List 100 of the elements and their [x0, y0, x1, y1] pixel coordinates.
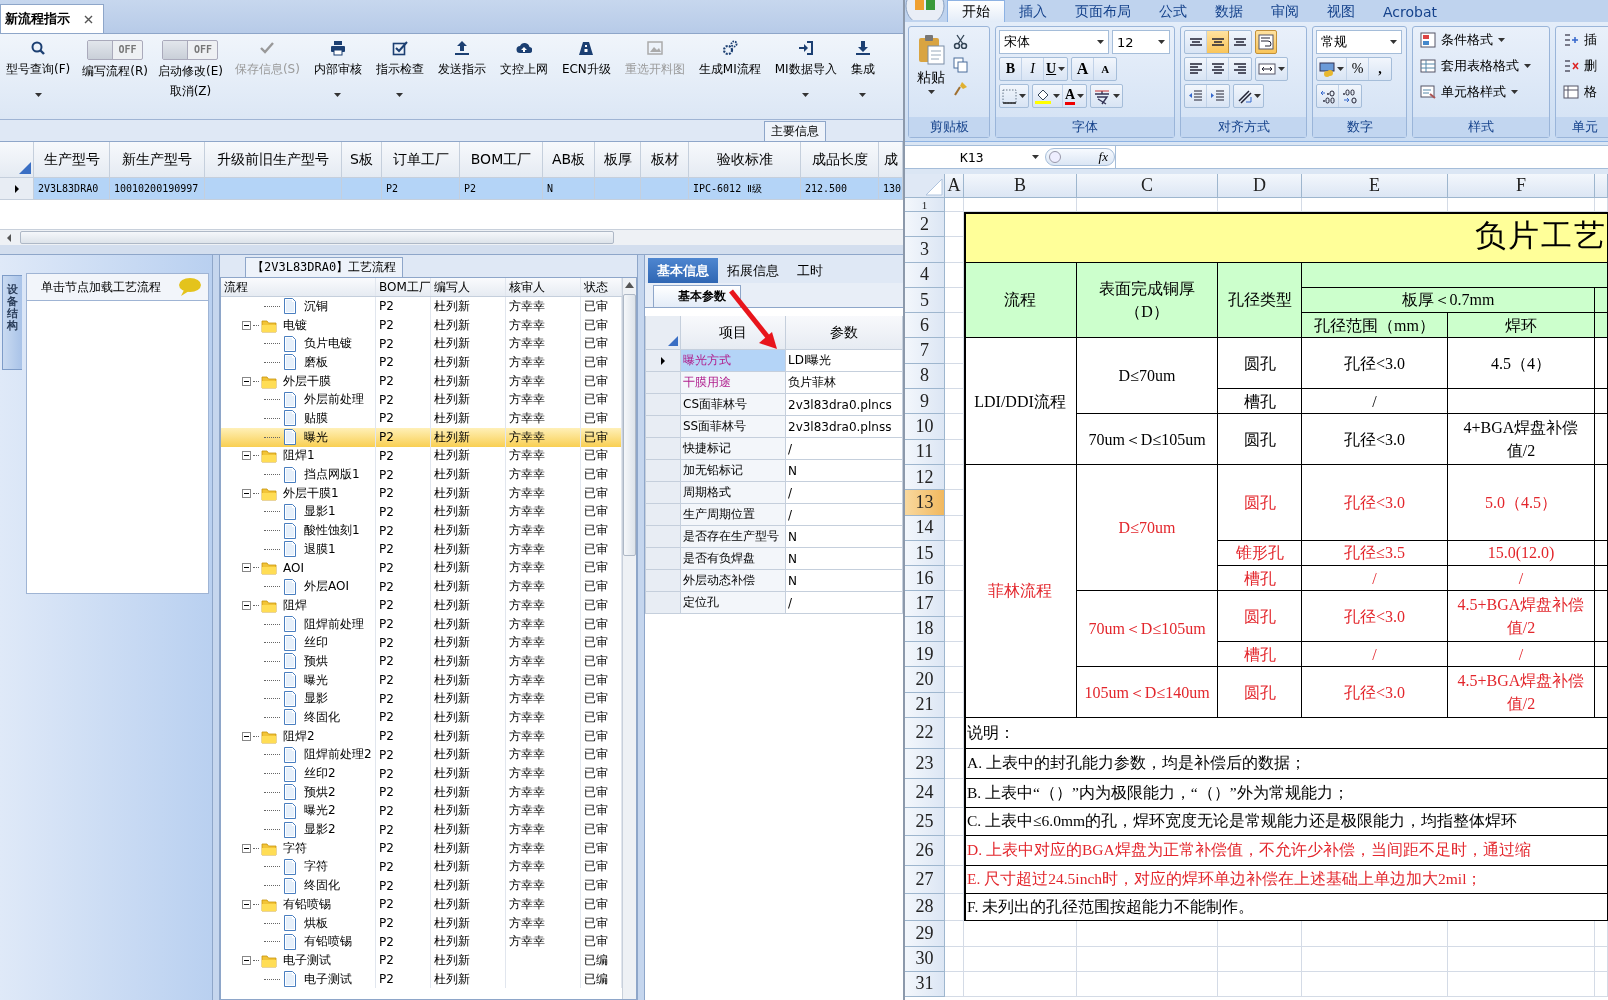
tree-row[interactable]: 外层干膜1 P2 杜列新 方幸幸 已审	[221, 483, 622, 503]
resize-handle[interactable]	[1049, 151, 1061, 163]
tree-row[interactable]: 阻焊 P2 杜列新 方幸幸 已审	[221, 596, 622, 615]
row-header[interactable]: 2	[905, 212, 945, 238]
comma-button[interactable]: ,	[1369, 58, 1391, 80]
cancel-button[interactable]: 取消(Z)	[169, 83, 212, 100]
tab[interactable]: 工时	[788, 258, 832, 283]
fill-color-button[interactable]	[1033, 85, 1063, 107]
toolbar-button[interactable]: 发送指示	[435, 38, 488, 80]
font-name-field[interactable]: 宋体	[999, 30, 1109, 54]
row-header[interactable]: 11	[905, 439, 945, 465]
ribbon-tab[interactable]: 页面布局	[1061, 1, 1145, 22]
scrollbar-thumb[interactable]	[623, 294, 636, 556]
table-row[interactable]: 干膜用途 负片菲林	[646, 372, 903, 394]
column-header[interactable]: 编写人	[431, 278, 506, 296]
tree-row[interactable]: 阻焊1 P2 杜列新 方幸幸 已审	[221, 446, 622, 466]
italic-button[interactable]: I	[1022, 58, 1044, 80]
row-header[interactable]: 12	[905, 464, 945, 491]
row-header[interactable]: 8	[905, 363, 945, 390]
tree-row[interactable]: 阻焊2 P2 杜列新 方幸幸 已审	[221, 726, 622, 746]
currency-button[interactable]	[1317, 58, 1347, 80]
toolbar-button[interactable]: 指示检查	[373, 38, 426, 99]
tree-row[interactable]: 字符 P2 杜列新 方幸幸 已审	[221, 857, 622, 877]
tree-row[interactable]: 电子测试 P2 杜列新 已编	[221, 951, 622, 970]
row-header[interactable]: 14	[905, 515, 945, 541]
tree-row[interactable]: 有铅喷锡 P2 杜列新 方幸幸 已审	[221, 895, 622, 914]
tree-row[interactable]: 曝光 P2 杜列新 方幸幸 已审	[221, 427, 622, 447]
row-header[interactable]: 27	[905, 865, 945, 894]
tree-row[interactable]: 电镀 P2 杜列新 方幸幸 已审	[221, 315, 622, 335]
paste-button[interactable]: 粘贴	[912, 30, 950, 117]
row-header[interactable]: 22	[905, 717, 945, 749]
collapse-icon[interactable]	[242, 731, 251, 741]
vertical-scrollbar[interactable]	[622, 278, 636, 999]
font-size-field[interactable]: 12	[1112, 30, 1170, 54]
ribbon-tab[interactable]: 插入	[1005, 1, 1061, 22]
brush-icon[interactable]	[953, 81, 968, 96]
number-format-field[interactable]: 常规	[1316, 30, 1402, 54]
collapse-icon[interactable]	[242, 320, 251, 330]
tree-row[interactable]: 贴膜 P2 杜列新 方幸幸 已审	[221, 409, 622, 428]
row-header[interactable]: 3	[905, 237, 945, 263]
table-row[interactable]: 周期格式 /	[646, 482, 903, 504]
row-header[interactable]: 18	[905, 616, 945, 643]
vertical-align-button[interactable]	[1207, 31, 1229, 53]
table-row[interactable]: CS面菲林号 2v3l83dra0.plncs	[646, 394, 903, 416]
row-header[interactable]: 28	[905, 893, 945, 921]
tree-row[interactable]: 电子测试 P2 杜列新 已编	[221, 969, 622, 989]
table-row[interactable]: 定位孔 /	[646, 592, 903, 614]
column-header[interactable]: D	[1218, 174, 1302, 198]
tree-row[interactable]: 曝光 P2 杜列新 方幸幸 已审	[221, 670, 622, 690]
close-icon[interactable]	[84, 14, 93, 24]
tree-row[interactable]: 显影 P2 杜列新 方幸幸 已审	[221, 689, 622, 709]
shrink-font-button[interactable]: A	[1094, 58, 1117, 80]
document-tab[interactable]: 新流程指示	[0, 4, 104, 33]
copy-icon[interactable]	[953, 57, 968, 73]
row-header[interactable]: 16	[905, 566, 945, 592]
row-header[interactable]: 13	[905, 490, 945, 516]
ribbon-tab[interactable]: 数据	[1201, 1, 1257, 22]
tree-row[interactable]: 阻焊前处理2 P2 杜列新 方幸幸 已审	[221, 745, 622, 765]
row-header[interactable]: 26	[905, 835, 945, 866]
column-header[interactable]: BOM工厂	[376, 278, 431, 296]
row-header[interactable]: 25	[905, 807, 945, 836]
insert-function-button[interactable]: fx	[1098, 149, 1108, 165]
column-header[interactable]: A	[945, 174, 964, 198]
tree-row[interactable]: 丝印2 P2 杜列新 方幸幸 已审	[221, 764, 622, 783]
tree-row[interactable]: 外层干膜 P2 杜列新 方幸幸 已审	[221, 371, 622, 391]
row-header[interactable]: 15	[905, 540, 945, 567]
collapse-icon[interactable]	[242, 376, 251, 386]
row-header[interactable]: 23	[905, 748, 945, 779]
side-tab[interactable]: 设备结构	[2, 275, 22, 370]
column-header[interactable]: 流程	[221, 278, 376, 296]
scroll-left-icon[interactable]	[6, 233, 12, 242]
row-header[interactable]: 7	[905, 338, 945, 364]
table-row[interactable]: 是否存在生产型号 N	[646, 526, 903, 548]
style-menu-button[interactable]: 套用表格格式	[1416, 57, 1546, 75]
tree-row[interactable]: 显影1 P2 杜列新 方幸幸 已审	[221, 502, 622, 522]
underline-button[interactable]: U	[1044, 58, 1068, 80]
column-header[interactable]: 核审人	[506, 278, 581, 296]
tab[interactable]: 拓展信息	[718, 258, 788, 283]
tree-row[interactable]: 丝印 P2 杜列新 方幸幸 已审	[221, 633, 622, 653]
row-header[interactable]: 19	[905, 642, 945, 668]
tree-row[interactable]: 沉铜 P2 杜列新 方幸幸 已审	[221, 297, 622, 316]
toolbar-button[interactable]: MI数据导入	[772, 38, 839, 99]
tree-row[interactable]: AOI P2 杜列新 方幸幸 已审	[221, 558, 622, 578]
column-header[interactable]: B	[964, 174, 1077, 198]
column-header[interactable]: E	[1302, 174, 1448, 198]
collapse-icon[interactable]	[242, 563, 251, 573]
cells-menu-button[interactable]: 删	[1559, 57, 1608, 75]
select-all-corner-icon[interactable]	[19, 162, 31, 174]
tab[interactable]: 基本参数	[653, 285, 741, 307]
row-header[interactable]: 29	[905, 920, 945, 947]
collapse-icon[interactable]	[242, 843, 251, 853]
collapse-icon[interactable]	[242, 488, 251, 498]
row-header[interactable]: 10	[905, 414, 945, 440]
row-header[interactable]: 31	[905, 971, 945, 997]
tree-row[interactable]: 外层前处理 P2 杜列新 方幸幸 已审	[221, 390, 622, 410]
table-row[interactable]: 生产周期位置 /	[646, 504, 903, 526]
bold-button[interactable]: B	[1000, 58, 1022, 80]
table-row[interactable]: 快捷标记 /	[646, 438, 903, 460]
ribbon-tab[interactable]: 审阅	[1257, 1, 1313, 22]
table-row[interactable]: 加无铅标记 N	[646, 460, 903, 482]
